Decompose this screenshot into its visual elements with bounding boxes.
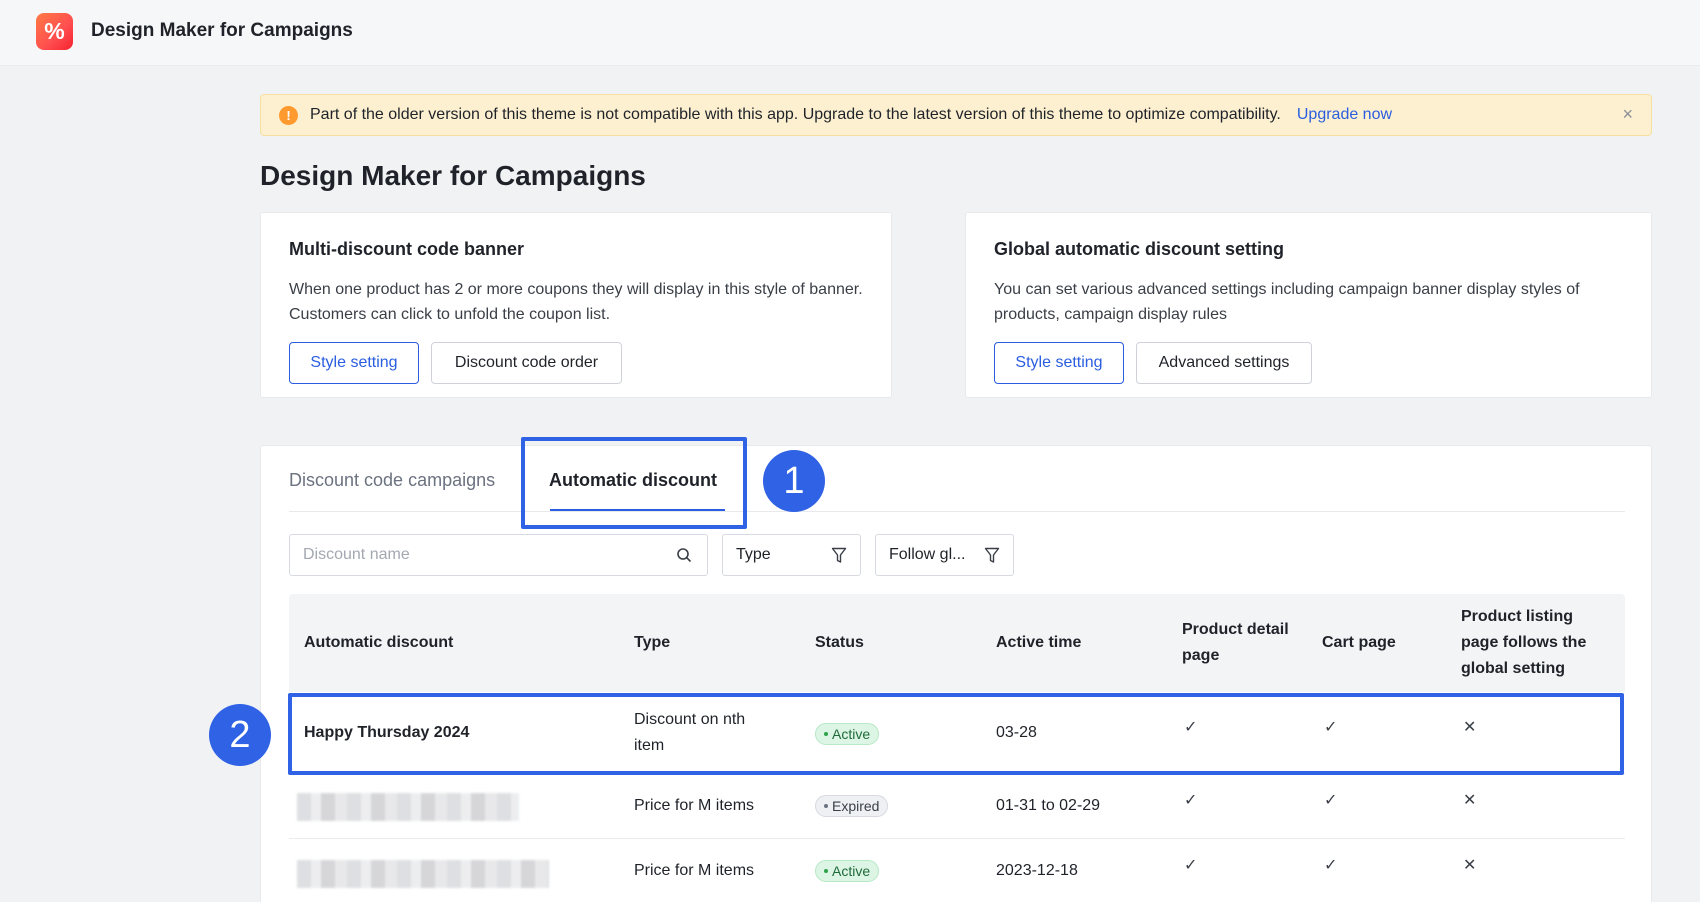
active-time: 01-31 to 02-29 [996, 797, 1101, 814]
header-status: Status [815, 634, 864, 651]
close-icon[interactable]: × [1622, 104, 1633, 125]
step-marker-1: 1 [763, 450, 825, 512]
table-header: Automatic discount Type Status Active ti… [289, 594, 1625, 692]
app-title: Design Maker for Campaigns [91, 20, 353, 41]
card-title: Global automatic discount setting [994, 239, 1285, 259]
x-icon: ✕ [1463, 792, 1477, 809]
active-time: 2023-12-18 [996, 862, 1078, 879]
step-marker-2: 2 [209, 704, 271, 766]
card-description: You can set various advanced settings in… [994, 281, 1580, 323]
header-product-listing-page: Product listing page follows the global se… [1461, 608, 1587, 677]
header-cart-page: Cart page [1322, 634, 1396, 651]
funnel-icon [984, 547, 1000, 563]
discount-list-panel: Discount code campaigns Automatic discou… [260, 445, 1652, 902]
page-title: Design Maker for Campaigns [260, 160, 646, 191]
style-setting-button[interactable]: Style setting [994, 342, 1124, 384]
compatibility-notice: ! Part of the older version of this them… [260, 94, 1652, 136]
table-row[interactable]: Price for M items Expired 01-31 to 02-29… [289, 774, 1625, 839]
type-filter[interactable]: Type [722, 534, 861, 576]
global-discount-card: Global automatic discount setting You ca… [965, 212, 1652, 398]
redacted-name [297, 793, 519, 821]
upgrade-now-link[interactable]: Upgrade now [1297, 106, 1392, 124]
filter-label: Type [736, 546, 771, 563]
app-logo: % [36, 13, 73, 50]
header-type: Type [634, 634, 671, 651]
check-icon: ✓ [1184, 792, 1198, 809]
discount-type: Price for M items [634, 797, 755, 814]
status-badge: Active [815, 860, 880, 882]
discount-type: Price for M items [634, 862, 755, 879]
style-setting-button[interactable]: Style setting [289, 342, 419, 384]
follow-global-filter[interactable]: Follow gl... [875, 534, 1014, 576]
check-icon: ✓ [1324, 857, 1338, 874]
header-active-time: Active time [996, 634, 1082, 651]
highlight-box-row [288, 693, 1624, 775]
advanced-settings-button[interactable]: Advanced settings [1136, 342, 1312, 384]
card-title: Multi-discount code banner [289, 239, 525, 259]
header-automatic-discount: Automatic discount [304, 634, 454, 651]
search-placeholder: Discount name [303, 546, 410, 563]
card-description: When one product has 2 or more coupons t… [289, 281, 863, 323]
funnel-icon [831, 547, 847, 563]
search-icon[interactable] [676, 547, 692, 563]
filter-label: Follow gl... [889, 546, 966, 563]
multi-discount-card: Multi-discount code banner When one prod… [260, 212, 892, 398]
x-icon: ✕ [1463, 857, 1477, 874]
discount-name-search[interactable]: Discount name [289, 534, 708, 576]
status-badge: Expired [815, 795, 889, 817]
header-product-detail-page: Product detail page [1182, 621, 1289, 664]
tab-discount-code-campaigns[interactable]: Discount code campaigns [289, 470, 495, 491]
highlight-box-tab [521, 437, 747, 529]
discount-code-order-button[interactable]: Discount code order [431, 342, 622, 384]
check-icon: ✓ [1184, 857, 1198, 874]
top-bar: % Design Maker for Campaigns [0, 0, 1700, 66]
tabs-divider [289, 511, 1625, 512]
redacted-name [297, 860, 549, 888]
notice-text: Part of the older version of this theme … [310, 106, 1281, 123]
check-icon: ✓ [1324, 792, 1338, 809]
table-row[interactable]: Price for M items Active 2023-12-18 ✓ ✓ … [289, 839, 1625, 902]
warning-icon: ! [279, 105, 298, 125]
